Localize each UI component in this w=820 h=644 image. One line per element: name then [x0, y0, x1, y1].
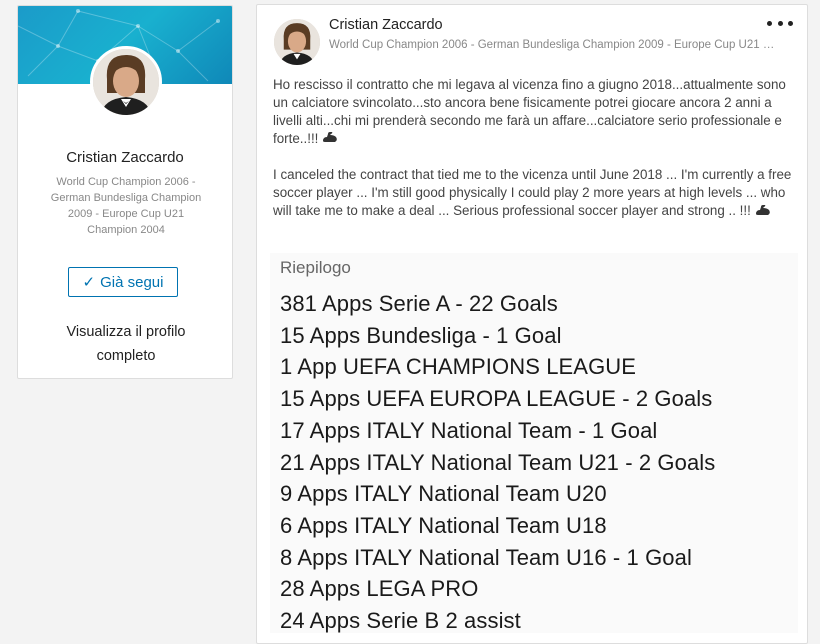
summary-title: Riepilogo — [280, 258, 351, 277]
profile-name[interactable]: Cristian Zaccardo — [18, 149, 232, 166]
stat-item: 24 Apps Serie B 2 assist — [280, 608, 521, 633]
stat-item: 9 Apps ITALY National Team U20 — [280, 481, 607, 507]
stat-item: 1 App UEFA CHAMPIONS LEAGUE — [280, 354, 637, 380]
flexed-biceps-icon — [322, 130, 338, 148]
stat-item: 15 Apps Bundesliga - 1 Goal — [280, 322, 562, 348]
post-author-headline: World Cup Champion 2006 - German Bundesl… — [329, 39, 775, 51]
post-author-avatar[interactable] — [274, 19, 320, 65]
view-full-profile-link[interactable]: Visualizza il profilo completo — [38, 320, 214, 368]
flexed-biceps-icon — [755, 203, 771, 221]
following-button[interactable]: ✓ Già segui — [68, 267, 178, 297]
profile-card: Cristian Zaccardo World Cup Champion 200… — [17, 5, 233, 379]
post-text-english: I canceled the contract that tied me to … — [273, 167, 792, 219]
post-text-italian: Ho rescisso il contratto che mi legava a… — [273, 77, 786, 146]
stat-item: 381 Apps Serie A - 22 Goals — [280, 291, 558, 316]
stat-item: 6 Apps ITALY National Team U18 — [280, 512, 607, 538]
career-stats-list: 381 Apps Serie A - 22 Goals 15 Apps Bund… — [280, 288, 715, 633]
post-body: Ho rescisso il contratto che mi legava a… — [273, 76, 797, 221]
more-horizontal-icon[interactable] — [767, 15, 793, 31]
stat-item: 28 Apps LEGA PRO — [280, 576, 479, 602]
stat-item: 15 Apps UEFA EUROPA LEAGUE - 2 Goals — [280, 386, 713, 412]
stat-item: 8 Apps ITALY National Team U16 - 1 Goal — [280, 544, 692, 570]
check-icon: ✓ — [82, 274, 96, 291]
stat-item: 21 Apps ITALY National Team U21 - 2 Goal… — [280, 449, 716, 475]
post-author-name[interactable]: Cristian Zaccardo — [329, 17, 443, 33]
stat-item: 17 Apps ITALY National Team - 1 Goal — [280, 417, 658, 443]
post-card: Cristian Zaccardo World Cup Champion 200… — [256, 4, 808, 644]
following-label: Già segui — [100, 273, 164, 291]
profile-avatar[interactable] — [90, 46, 162, 118]
post-summary-image[interactable]: Riepilogo 381 Apps Serie A - 22 Goals 15… — [270, 253, 798, 633]
profile-headline: World Cup Champion 2006 - German Bundesl… — [50, 176, 202, 236]
